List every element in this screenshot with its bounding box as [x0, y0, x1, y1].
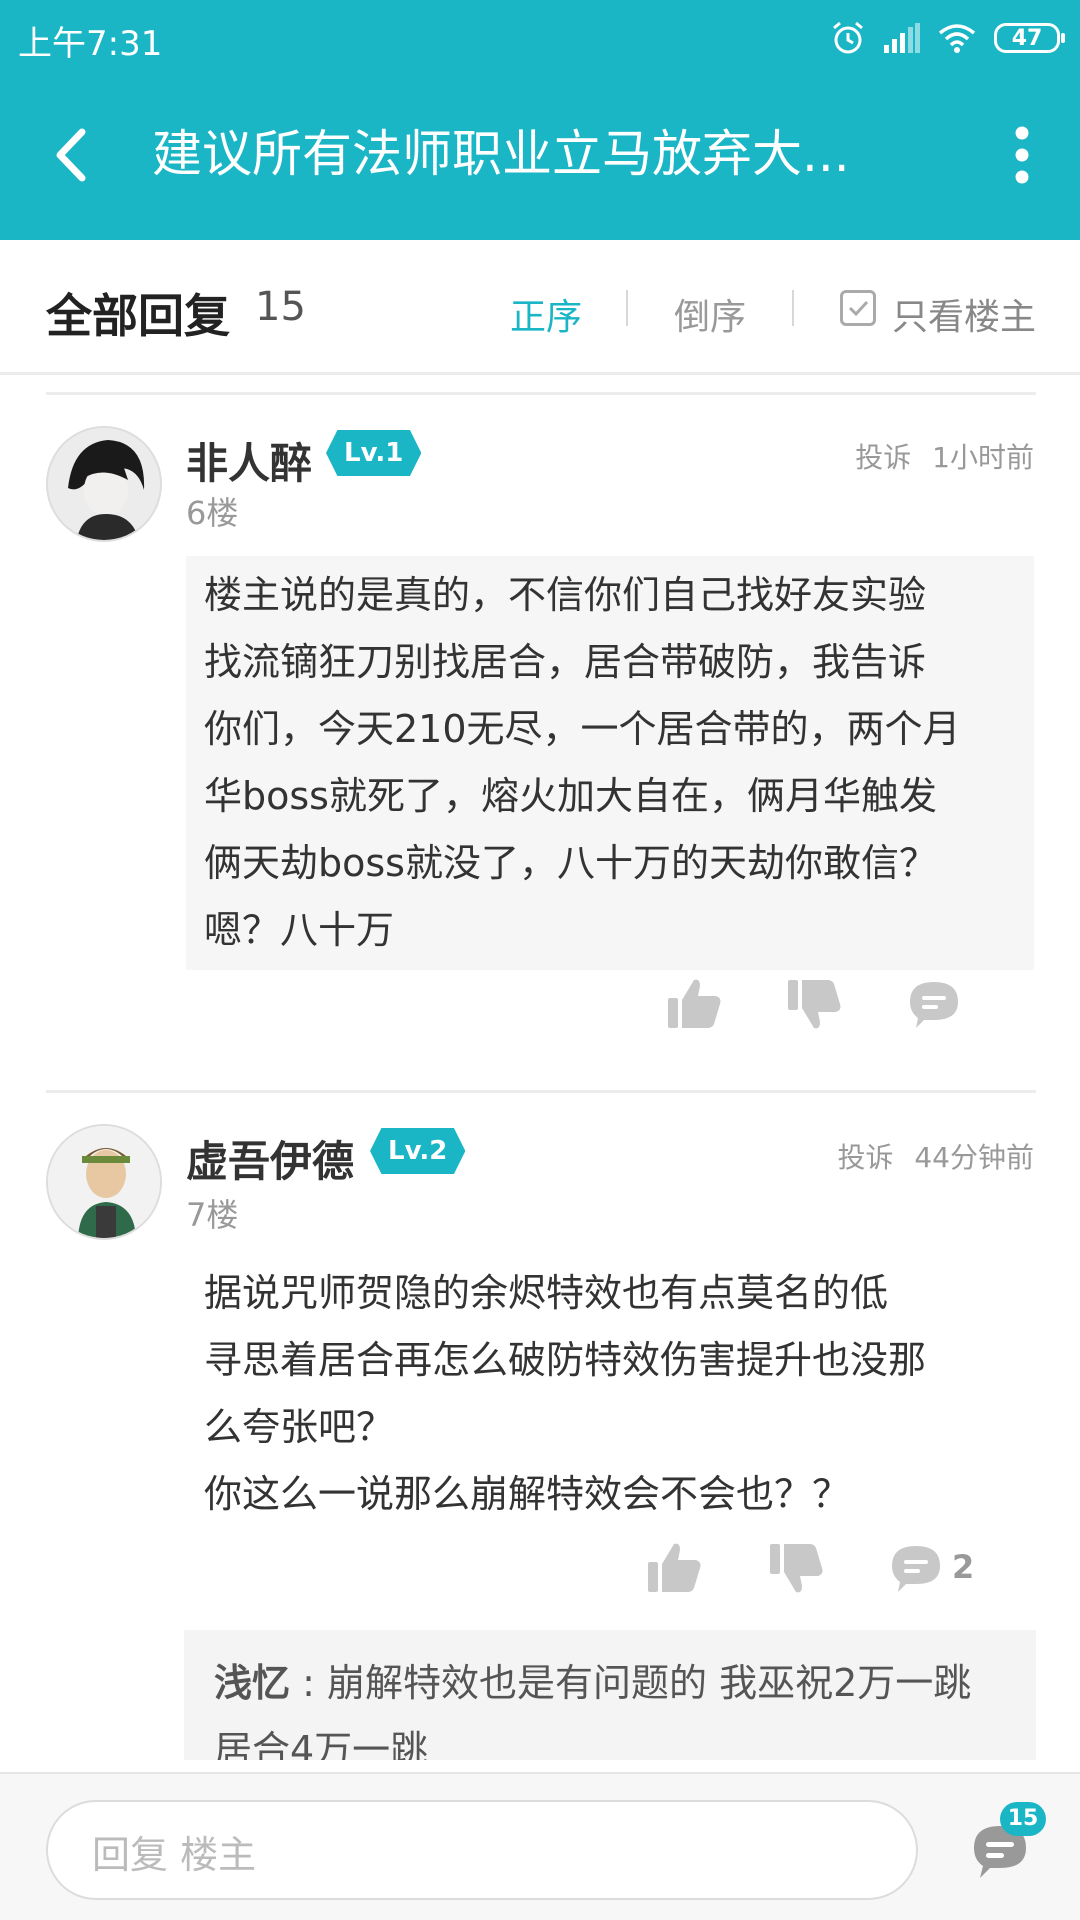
content-line: 找流镝狂刀别找居合，居合带破防，我告诉 — [204, 640, 927, 684]
owner-only-label[interactable]: 只看楼主 — [892, 288, 1036, 340]
content-line: 你这么一说那么崩解特效会不会也？？ — [204, 1472, 851, 1516]
comment-icon[interactable] — [904, 974, 964, 1034]
sort-asc-tab[interactable]: 正序 — [510, 288, 582, 340]
reply-content: 据说咒师贺隐的余烬特效也有点莫名的低 寻思着居合再怎么破防特效伤害提升也没那 么… — [186, 1254, 1034, 1534]
comment-count-badge: 15 — [1000, 1802, 1046, 1836]
reply-content: 楼主说的是真的，不信你们自己找好友实验 找流镝狂刀别找居合，居合带破防，我告诉 … — [186, 556, 1034, 970]
reply-input-bar: 回复 楼主 15 — [0, 1772, 1080, 1920]
divider — [46, 392, 1036, 395]
sub-reply-username[interactable]: 浅忆 — [214, 1661, 290, 1705]
post-actions: 2 — [594, 1538, 1034, 1598]
content-line: 么夸张吧？ — [204, 1405, 395, 1449]
post-actions — [594, 974, 1034, 1034]
back-arrow-icon[interactable] — [40, 120, 110, 190]
report-link[interactable]: 投诉 — [837, 1141, 893, 1174]
content-line: 俩天劫boss就没了，八十万的天劫你敢信？ — [204, 841, 937, 885]
content-line: 你们，今天210无尽，一个居合带的，两个月 — [204, 707, 961, 751]
toolbar: 建议所有法师职业立马放弃大... — [0, 100, 1080, 210]
post-meta: 投诉 1小时前 — [855, 436, 1034, 476]
status-time: 上午7:31 — [18, 24, 163, 64]
post-meta: 投诉 44分钟前 — [837, 1136, 1034, 1176]
page-title: 建议所有法师职业立马放弃大... — [152, 125, 850, 183]
battery-indicator: 47 — [994, 23, 1065, 53]
content-line: 嗯？八十万 — [204, 908, 395, 952]
avatar[interactable] — [46, 1124, 162, 1240]
comment-count: 2 — [952, 1548, 975, 1586]
content-line: 寻思着居合再怎么破防特效伤害提升也没那 — [204, 1338, 927, 1382]
sub-reply-text: 崩解特效也是有问题的 我巫祝2万一跳 居合4万一跳 — [214, 1661, 972, 1760]
level-badge: Lv.1 — [326, 430, 422, 476]
thumb-down-icon[interactable] — [784, 974, 844, 1034]
level-badge: Lv.2 — [370, 1128, 466, 1174]
content-line: 楼主说的是真的，不信你们自己找好友实验 — [204, 573, 927, 617]
content-line: 华boss就死了，熔火加大自在，俩月华触发 — [204, 774, 937, 818]
reply-count: 15 — [255, 284, 306, 330]
signal-icon — [884, 23, 920, 53]
comment-icon[interactable] — [886, 1538, 946, 1598]
post-time: 1小时前 — [932, 441, 1034, 474]
post-time: 44分钟前 — [914, 1141, 1034, 1174]
floor-number: 6楼 — [186, 494, 239, 532]
sub-reply-separator: : — [302, 1661, 315, 1705]
reply-input[interactable]: 回复 楼主 — [46, 1800, 918, 1900]
status-icons: 47 — [830, 18, 1065, 58]
status-bar: 上午7:31 47 — [0, 0, 1080, 76]
divider — [792, 290, 794, 326]
alarm-icon — [833, 21, 863, 54]
app-bar: 上午7:31 47 建议所有法师职业立马放弃大... — [0, 0, 1080, 240]
username[interactable]: 非人醉 — [186, 430, 312, 491]
sub-reply[interactable]: 浅忆 : 崩解特效也是有问题的 我巫祝2万一跳 居合4万一跳 — [184, 1630, 1036, 1760]
thumb-up-icon[interactable] — [644, 1538, 704, 1598]
thumb-down-icon[interactable] — [766, 1538, 826, 1598]
username[interactable]: 虚吾伊德 — [186, 1128, 354, 1189]
divider — [626, 290, 628, 326]
all-replies-heading: 全部回复 — [46, 289, 230, 343]
sort-desc-tab[interactable]: 倒序 — [674, 288, 746, 340]
content-line: 据说咒师贺隐的余烬特效也有点莫名的低 — [204, 1271, 889, 1315]
divider — [46, 1090, 1036, 1093]
avatar[interactable] — [46, 426, 162, 542]
wifi-icon — [938, 24, 976, 53]
more-vert-icon[interactable] — [1002, 124, 1042, 186]
checkbox-icon[interactable] — [840, 290, 876, 326]
report-link[interactable]: 投诉 — [855, 441, 911, 474]
reply-filter-bar: 全部回复 15 正序 倒序 只看楼主 — [0, 240, 1080, 375]
thumb-up-icon[interactable] — [664, 974, 724, 1034]
floor-number: 7楼 — [186, 1196, 239, 1234]
